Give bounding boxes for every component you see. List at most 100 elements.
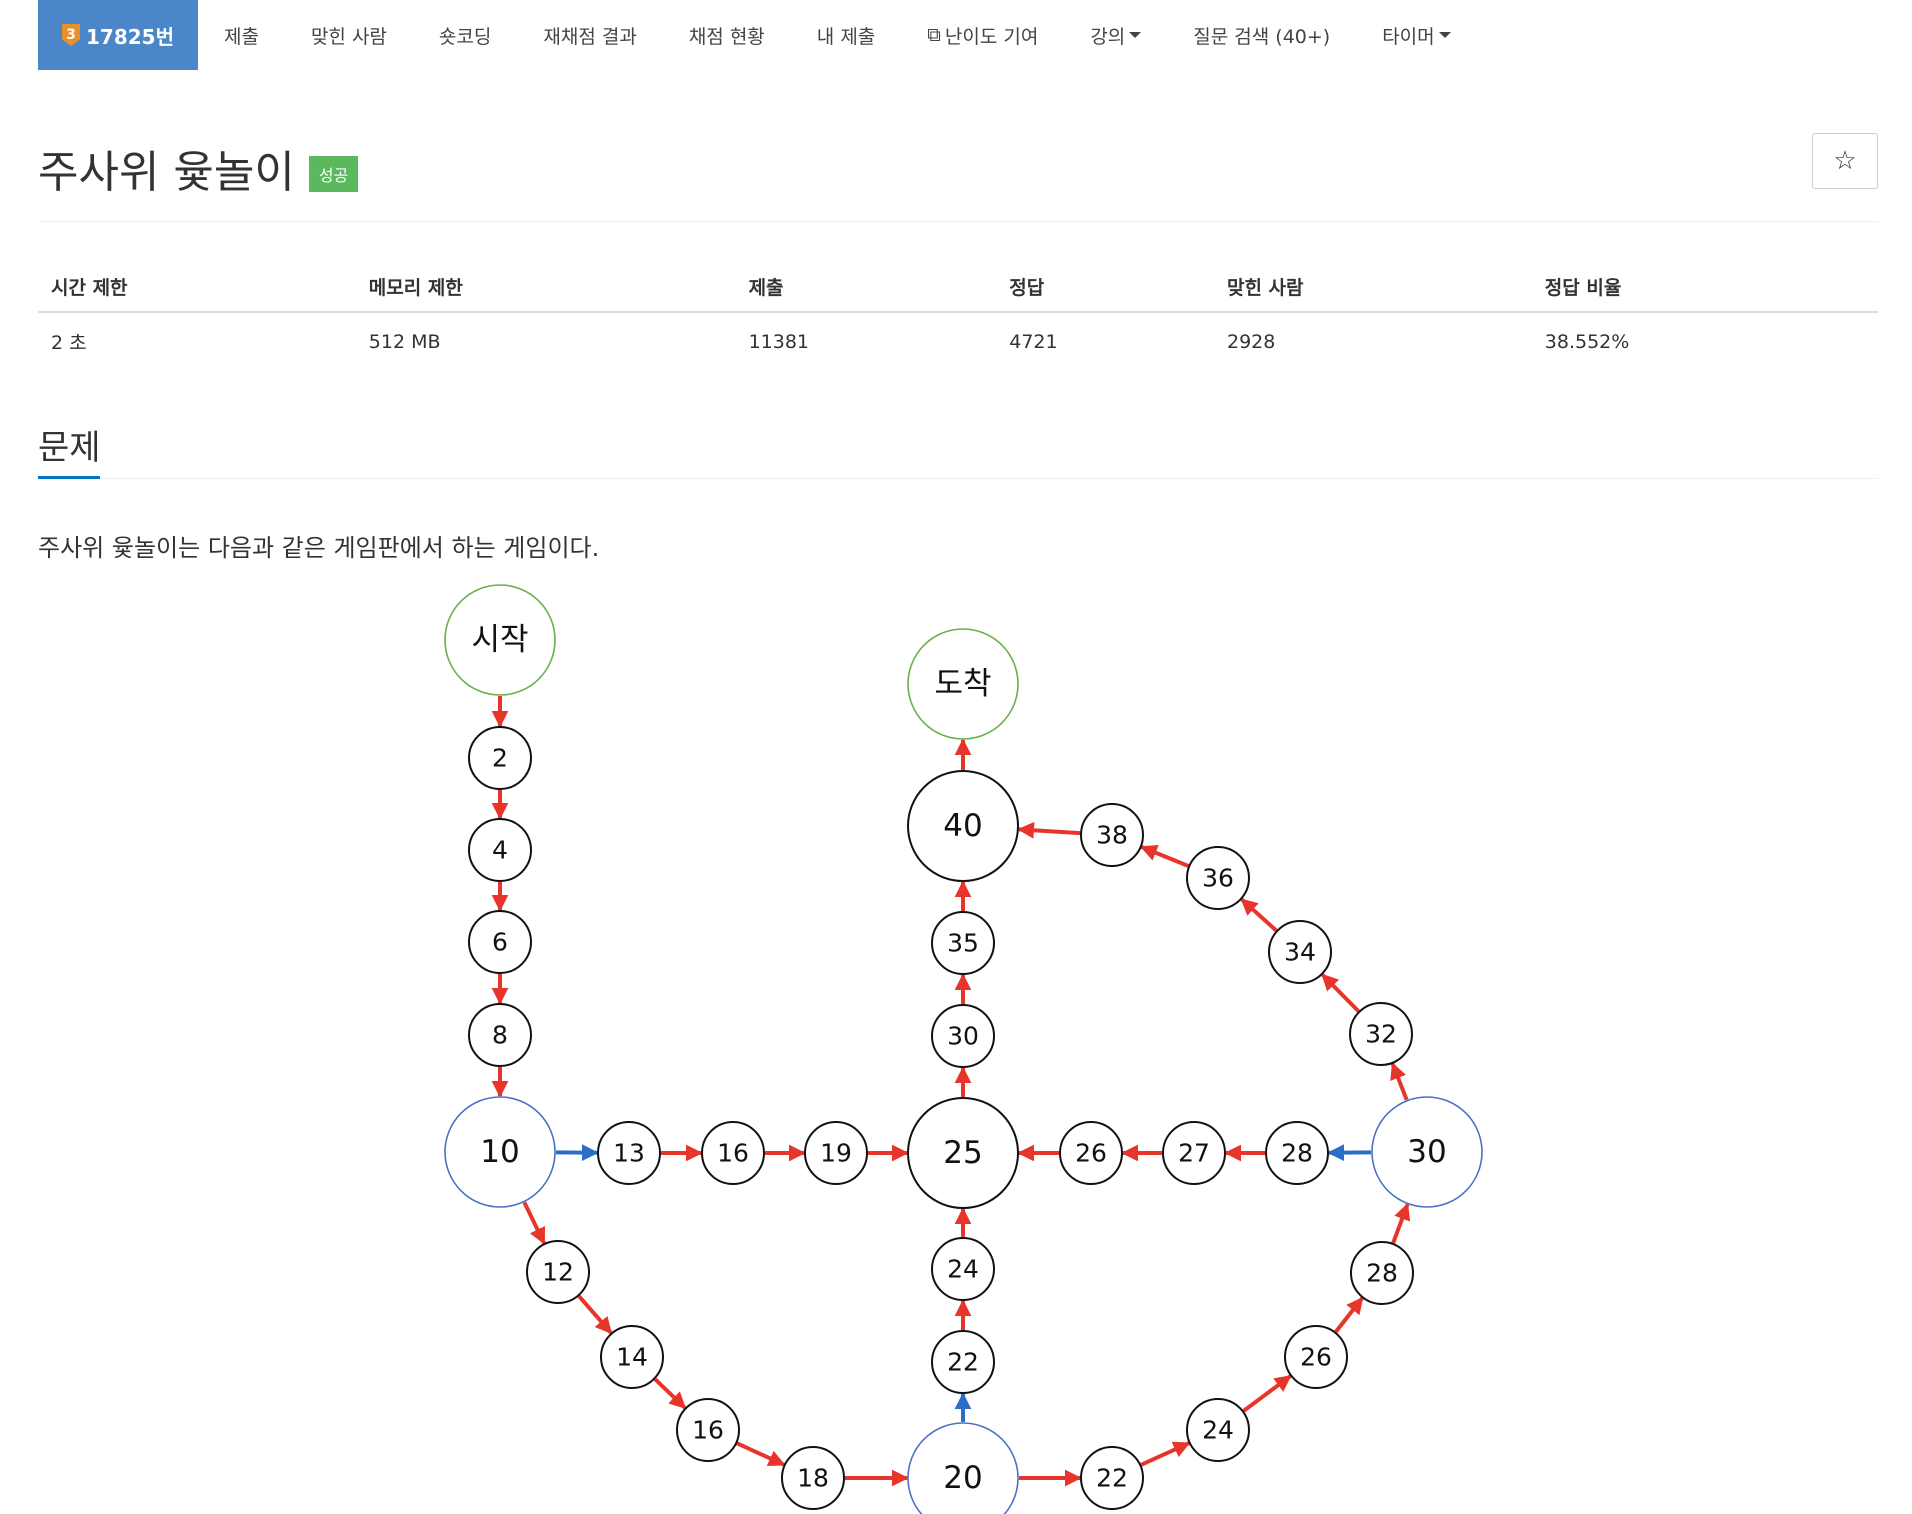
board-node-label: 28 [1281,1139,1313,1168]
board-arrow [736,1441,786,1467]
board-node: 시작 [444,584,556,696]
page-title: 주사위 윷놀이 [38,147,295,198]
table-cell: 4721 [1009,330,1058,353]
board-node: 18 [781,1446,845,1510]
board-node-circle [907,1422,1019,1514]
table-header-cell: 메모리 제한 [355,262,736,313]
nav-rejudge-results-label: 재채점 결과 [543,25,637,48]
board-node-circle [931,1330,995,1394]
problem-description: 주사위 윷놀이는 다음과 같은 게임판에서 하는 게임이다. [38,534,600,562]
board-node-label: 26 [1075,1139,1107,1168]
nav-problem-number[interactable]: 3 17825번 [38,0,198,70]
board-node-circle [676,1398,740,1462]
board-node-label: 30 [947,1022,979,1051]
board-arrow [1334,1296,1364,1334]
board-node: 16 [676,1398,740,1462]
board-node-label: 34 [1284,938,1316,967]
board-node-label: 25 [943,1135,982,1171]
board-node-circle [1371,1096,1483,1208]
board-node-label: 시작 [471,622,528,658]
nav-submit[interactable]: 제출 [198,0,285,70]
board-node-circle [931,911,995,975]
board-node-circle [600,1325,664,1389]
board-node-circle [468,818,532,882]
nav-question-search-label: 질문 검색 (40+) [1193,25,1331,48]
nav-solved-users[interactable]: 맞힌 사람 [285,0,413,70]
nav-lecture-label: 강의 [1090,25,1126,48]
board-node-circle [907,770,1019,882]
board-node-circle [781,1446,845,1510]
nav-judge-status[interactable]: 채점 현황 [663,0,791,70]
board-node-circle [468,1003,532,1067]
board-arrow [1017,821,1081,839]
board-node-label: 10 [480,1134,519,1170]
board-node: 4 [468,818,532,882]
nav-question-search[interactable]: 질문 검색 (40+) [1167,0,1356,70]
nav-my-submissions-label: 내 제출 [816,25,876,48]
board-node-label: 32 [1365,1020,1397,1049]
board-node: 도착 [907,628,1019,740]
board-node: 10 [444,1096,556,1208]
board-node-circle [468,910,532,974]
board-arrow [1242,1374,1292,1413]
board-node-circle [1265,1121,1329,1185]
board-node-circle [468,726,532,790]
nav-short-coding[interactable]: 숏코딩 [413,0,517,70]
board-node: 28 [1265,1121,1329,1185]
nav-lecture[interactable]: 강의 [1064,0,1167,70]
caret-down-icon [1129,32,1142,38]
status-badge: 성공 [308,156,359,192]
board-node-circle [1349,1002,1413,1066]
nav-my-submissions[interactable]: 내 제출 [791,0,901,70]
board-node-circle [1186,846,1250,910]
board-node: 25 [907,1097,1019,1209]
board-node-label: 38 [1096,821,1128,850]
section-divider [38,478,1878,479]
board-node-circle [444,584,556,696]
table-row: 2 초 512 MB 11381 4721 2928 38.552% [38,312,1878,370]
board-node-label: 6 [492,928,508,957]
divider [38,221,1878,222]
star-button[interactable]: ☆ [1812,133,1878,189]
board-node-label: 4 [492,836,508,865]
board-node-label: 도착 [934,666,991,702]
board-node: 40 [907,770,1019,882]
table-header-cell: 맞힌 사람 [1213,262,1532,313]
board-arrow [577,1294,613,1335]
caret-down-icon [1438,32,1451,38]
board-node: 26 [1284,1325,1348,1389]
nav-judge-status-label: 채점 현황 [688,25,765,48]
board-node-circle [931,1237,995,1301]
board-node: 24 [931,1237,995,1301]
board-node-label: 16 [717,1139,749,1168]
nav-difficulty-contribution[interactable]: ⧉ 난이도 기여 [901,0,1064,70]
board-node: 24 [1186,1398,1250,1462]
board-node: 28 [1350,1241,1414,1305]
section-underline [38,476,100,479]
board-node-label: 19 [820,1139,852,1168]
board-node: 6 [468,910,532,974]
table-cell: 2928 [1226,330,1276,353]
board-node-circle [444,1096,556,1208]
board-node-label: 18 [797,1464,829,1493]
board-node-label: 14 [616,1343,648,1372]
board-node: 22 [1080,1446,1144,1510]
board-node: 27 [1162,1121,1226,1185]
nav-solved-users-label: 맞힌 사람 [310,25,387,48]
board-arrow [653,1377,687,1410]
board-node-label: 28 [1366,1259,1398,1288]
nav-timer-label: 타이머 [1382,25,1435,48]
board-node-circle [597,1121,661,1185]
nav-timer[interactable]: 타이머 [1356,0,1476,70]
board-node-label: 35 [947,929,979,958]
board-node-circle [1350,1241,1414,1305]
nav-rejudge-results[interactable]: 재채점 결과 [517,0,662,70]
board-node: 36 [1186,846,1250,910]
board-arrow [1140,1441,1191,1467]
board-arrow [1390,1062,1409,1101]
board-node-label: 16 [692,1416,724,1445]
problem-info-table: 시간 제한 메모리 제한 제출 정답 맞힌 사람 정답 비율 2 초 512 MB 11381… [38,262,1878,370]
board-node: 35 [931,911,995,975]
table-cell: 38.552% [1544,330,1630,353]
board-arrow [1391,1202,1411,1244]
